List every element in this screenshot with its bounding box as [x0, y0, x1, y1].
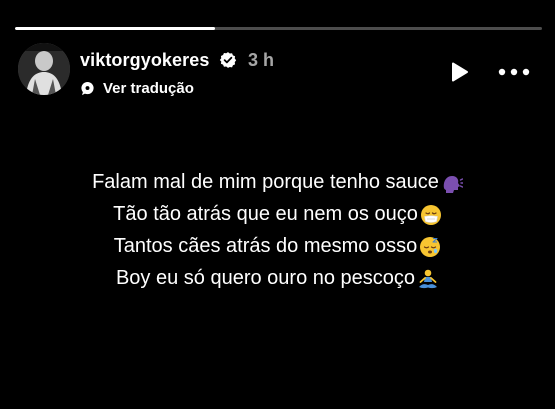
story-progress-bar: [15, 27, 542, 30]
post-timestamp: 3 h: [248, 50, 275, 70]
lyric-text: Falam mal de mim porque tenho sauce: [92, 171, 439, 193]
more-horizontal-icon[interactable]: [497, 63, 531, 81]
story-progress-fill: [15, 27, 216, 30]
see-translation-link[interactable]: Ver tradução: [80, 79, 194, 97]
lyric-text: Tantos cães atrás do mesmo osso: [113, 235, 418, 257]
avatar[interactable]: [18, 43, 70, 95]
verified-badge-icon: [219, 52, 237, 68]
avatar-photo-icon: [18, 43, 70, 95]
lyric-text: Boy eu só quero ouro no pescoço: [115, 267, 416, 289]
lyric-line: Boy eu só quero ouro no pescoço: [0, 262, 555, 294]
face-with-medical-mask-emoji: [420, 204, 442, 226]
sleeping-face-emoji: [419, 236, 441, 258]
see-translation-label: Ver tradução: [103, 79, 194, 97]
lyric-line: Tantos cães atrás do mesmo osso: [0, 230, 555, 262]
lyric-line: Falam mal de mim porque tenho sauce: [0, 166, 555, 198]
story-text: Falam mal de mim porque tenho sauce Tão …: [0, 166, 555, 294]
speaking-head-emoji: [441, 172, 463, 194]
play-icon[interactable]: [447, 60, 471, 84]
person-in-lotus-position-emoji: [417, 268, 439, 290]
lyric-text: Tão tão atrás que eu nem os ouço: [113, 203, 418, 225]
translate-bubble-icon: [81, 81, 94, 95]
lyric-line: Tão tão atrás que eu nem os ouço: [0, 198, 555, 230]
username[interactable]: viktorgyokeres: [80, 49, 209, 71]
